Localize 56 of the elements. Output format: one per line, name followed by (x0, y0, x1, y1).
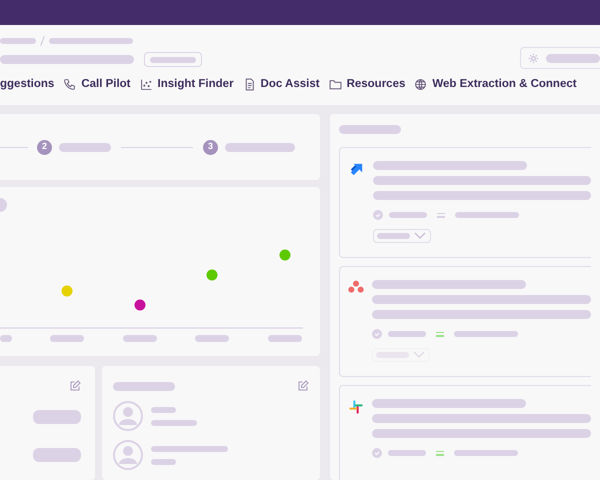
nav-tab[interactable]: Resources (328, 76, 406, 93)
nav-tab[interactable]: Insight Finder (140, 76, 234, 93)
settings-button[interactable] (520, 47, 600, 69)
dropdown[interactable] (373, 229, 431, 243)
skeleton-bar (0, 38, 36, 44)
skeleton-bar (0, 335, 12, 342)
chevron-down-icon (414, 232, 426, 240)
skeleton-bar (50, 335, 84, 342)
nav-tab[interactable]: ggestions (0, 76, 54, 93)
skeleton-bar (59, 142, 111, 152)
chart-point (134, 300, 146, 310)
nav-tab[interactable]: Web Extraction & Connect (414, 76, 577, 93)
skeleton-bar (113, 382, 175, 390)
check-circle-icon (372, 448, 382, 458)
nav-tab[interactable]: Call Pilot (63, 76, 131, 93)
chart-point (206, 270, 218, 280)
skeleton-bar (454, 450, 518, 456)
skeleton-bar (388, 331, 426, 337)
skeleton-bar (389, 212, 427, 218)
skeleton-bar (195, 335, 229, 342)
avatar-icon (113, 401, 143, 431)
skeleton-bar (388, 450, 426, 456)
globe-icon (414, 78, 428, 91)
folder-icon (328, 78, 342, 91)
hash-logo-icon (348, 399, 364, 415)
scatter-chart-icon (140, 78, 153, 91)
three-dots-logo-icon (348, 280, 364, 294)
skeleton-bar (33, 448, 81, 462)
skeleton-bar (455, 212, 519, 218)
skeleton-bar (377, 233, 410, 239)
skeleton-bar (225, 142, 295, 152)
avatar-icon (113, 440, 143, 470)
chevrons-logo-icon (348, 161, 365, 178)
phone-icon (63, 78, 76, 91)
check-circle-icon (373, 210, 383, 220)
nav-tab[interactable]: Doc Assist (242, 76, 320, 93)
skeleton-bar (339, 125, 401, 134)
skeleton-bar (454, 331, 518, 337)
skeleton-bar (33, 410, 81, 424)
edit-icon[interactable] (297, 380, 309, 392)
step-number: 2 (37, 140, 52, 154)
skeleton-bar (268, 335, 302, 342)
skeleton-bar (151, 406, 176, 412)
settings-icon (528, 52, 539, 64)
chart-point (62, 286, 72, 296)
skeleton-bar (150, 56, 196, 62)
check-circle-icon (372, 329, 382, 339)
chevron-down-icon (413, 351, 425, 359)
skeleton-bar (151, 458, 176, 464)
skeleton-bar (123, 335, 157, 342)
edit-icon[interactable] (69, 380, 81, 392)
skeleton-bar (151, 420, 197, 426)
step-number: 3 (203, 140, 218, 154)
skeleton-bar (546, 54, 600, 62)
slash-icon (40, 36, 45, 46)
chart-point (280, 250, 290, 260)
